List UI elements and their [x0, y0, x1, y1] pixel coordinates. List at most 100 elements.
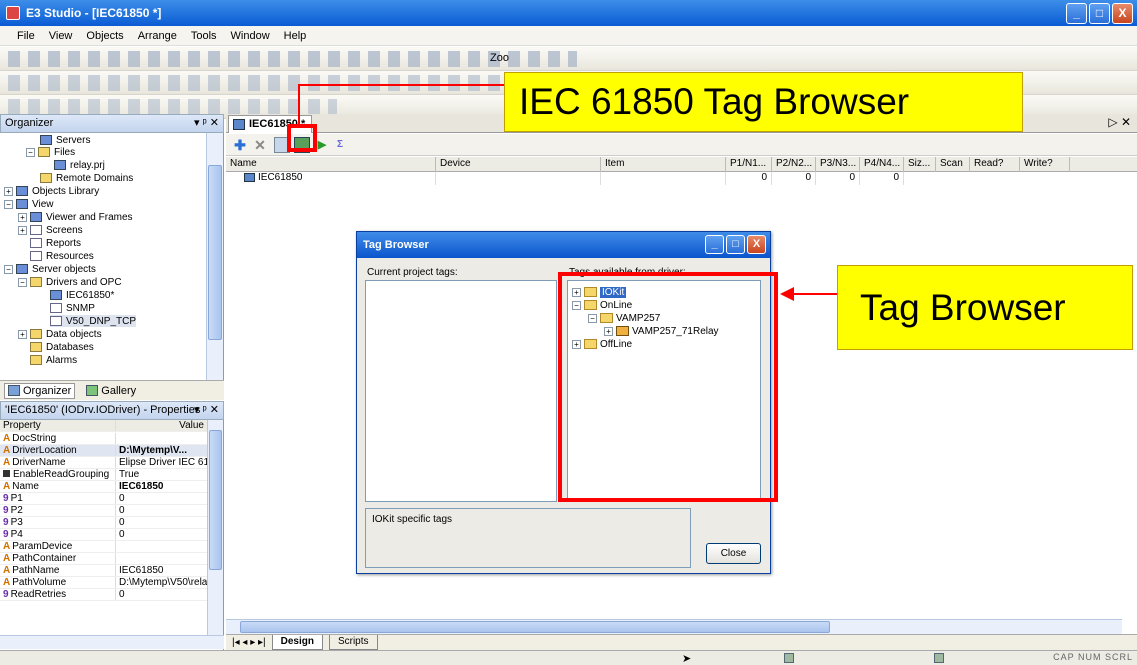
expand-icon[interactable]: + [18, 329, 27, 339]
menu-file[interactable]: File [10, 30, 42, 42]
organizer-scrollbar[interactable] [206, 133, 223, 380]
property-value[interactable]: Elipse Driver IEC 618... [115, 457, 207, 468]
column-scan[interactable]: Scan [936, 157, 970, 172]
property-row[interactable]: 9 P4 0 [0, 529, 207, 541]
sigma-icon[interactable]: Σ [332, 137, 348, 153]
close-button[interactable]: X [1112, 3, 1133, 24]
column-read[interactable]: Read? [970, 157, 1020, 172]
column-p4[interactable]: P4/N4... [860, 157, 904, 172]
property-row[interactable]: A PathVolume D:\Mytemp\V50\rela... [0, 577, 207, 589]
menu-help[interactable]: Help [277, 30, 314, 42]
property-row[interactable]: A ParamDevice [0, 541, 207, 553]
properties-hscrollbar[interactable] [0, 635, 224, 649]
tree-item-screens[interactable]: + Screens [18, 224, 83, 236]
expand-icon[interactable]: + [18, 212, 27, 222]
close-document-icon[interactable]: ▷ ✕ [1108, 115, 1131, 129]
collapse-icon[interactable]: − [18, 277, 27, 287]
tab-design[interactable]: Design [271, 635, 323, 650]
column-write[interactable]: Write? [1020, 157, 1070, 172]
minimize-button[interactable]: _ [1066, 3, 1087, 24]
document-hscrollbar[interactable] [226, 619, 1122, 634]
dialog-minimize-button[interactable]: _ [705, 235, 724, 254]
property-value[interactable] [115, 553, 207, 564]
current-tags-list[interactable] [365, 280, 557, 502]
tree-item-resources[interactable]: Resources [30, 250, 94, 262]
tree-item-snmp[interactable]: SNMP [50, 302, 95, 314]
property-row[interactable]: 9 P1 0 [0, 493, 207, 505]
property-value[interactable]: 0 [115, 529, 207, 540]
property-row[interactable]: A DocString [0, 433, 207, 445]
tree-item-databases[interactable]: Databases [30, 341, 94, 353]
property-value[interactable]: 0 [115, 517, 207, 528]
delete-icon[interactable]: ✕ [252, 137, 268, 153]
add-icon[interactable]: ✚ [232, 137, 248, 153]
dialog-maximize-button[interactable]: □ [726, 235, 745, 254]
property-row[interactable]: 9 ReadRetries 0 [0, 589, 207, 601]
property-value[interactable] [115, 541, 207, 552]
tree-item-server-objects[interactable]: − Server objects [4, 263, 96, 275]
column-p1[interactable]: P1/N1... [726, 157, 772, 172]
property-row[interactable]: EnableReadGrouping True [0, 469, 207, 481]
dialog-titlebar[interactable]: Tag Browser _ □ X [357, 232, 770, 258]
column-size[interactable]: Siz... [904, 157, 936, 172]
property-value[interactable]: True [115, 469, 207, 480]
collapse-icon[interactable]: − [4, 199, 13, 209]
tree-item-files[interactable]: − Files [26, 146, 75, 158]
properties-pin-close[interactable]: ▾ ᵖ ✕ [194, 402, 219, 419]
value-col-header[interactable]: Value [115, 420, 207, 431]
column-device[interactable]: Device [436, 157, 601, 172]
tree-item-iec61850[interactable]: IEC61850* [50, 289, 114, 301]
properties-scroll-thumb[interactable] [209, 430, 222, 570]
tree-item-viewer-frames[interactable]: + Viewer and Frames [18, 211, 133, 223]
tab-scripts[interactable]: Scripts [328, 635, 378, 650]
column-item[interactable]: Item [601, 157, 726, 172]
properties-scrollbar[interactable] [207, 420, 223, 635]
property-value[interactable]: IEC61850 [115, 481, 207, 492]
property-value[interactable]: IEC61850 [115, 565, 207, 576]
property-row[interactable]: 9 P3 0 [0, 517, 207, 529]
tab-organizer[interactable]: Organizer [4, 382, 76, 399]
app-titlebar[interactable]: E3 Studio - [IEC61850 *] _ □ X [0, 0, 1137, 26]
property-row[interactable]: A DriverLocation D:\Mytemp\V... [0, 445, 207, 457]
document-scroll-thumb[interactable] [240, 621, 830, 633]
menu-view[interactable]: View [42, 30, 80, 42]
organizer-pin-close[interactable]: ▾ ᵖ ✕ [194, 115, 219, 132]
menu-arrange[interactable]: Arrange [131, 30, 184, 42]
control-tool-icons[interactable] [8, 75, 517, 91]
tree-item-v50-dnp-tcp[interactable]: V50_DNP_TCP [50, 315, 137, 327]
format-tool-icons[interactable] [8, 99, 337, 115]
tree-item-data-objects[interactable]: + Data objects [18, 328, 102, 340]
menu-objects[interactable]: Objects [79, 30, 130, 42]
property-row[interactable]: A PathName IEC61850 [0, 565, 207, 577]
sheet-nav-icon[interactable]: |◂ ◂ ▸ ▸| [232, 637, 266, 648]
tree-item-drivers-opc[interactable]: − Drivers and OPC [18, 276, 122, 288]
tree-item-objects-library[interactable]: + Objects Library [4, 185, 99, 197]
property-col-header[interactable]: Property [0, 420, 115, 431]
tree-item-view[interactable]: − View [4, 198, 54, 210]
collapse-icon[interactable]: − [4, 264, 13, 274]
property-row[interactable]: ADriverName Elipse Driver IEC 618... [0, 457, 207, 469]
dialog-close-action-button[interactable]: Close [706, 543, 761, 564]
property-value[interactable]: D:\Mytemp\V... [115, 445, 207, 456]
column-p2[interactable]: P2/N2... [772, 157, 816, 172]
property-value[interactable]: 0 [115, 589, 207, 600]
expand-icon[interactable]: + [18, 225, 27, 235]
column-p3[interactable]: P3/N3... [816, 157, 860, 172]
property-value[interactable]: D:\Mytemp\V50\rela... [115, 577, 207, 588]
menu-tools[interactable]: Tools [184, 30, 224, 42]
property-row[interactable]: 9 P2 0 [0, 505, 207, 517]
tree-item-remote-domains[interactable]: Remote Domains [40, 172, 133, 184]
tree-item-reports[interactable]: Reports [30, 237, 81, 249]
property-value[interactable] [115, 433, 207, 444]
maximize-button[interactable]: □ [1089, 3, 1110, 24]
organizer-scroll-thumb[interactable] [208, 165, 222, 340]
menu-window[interactable]: Window [224, 30, 277, 42]
collapse-icon[interactable]: − [26, 147, 35, 157]
table-row[interactable]: IEC61850 0 0 0 0 [226, 172, 1137, 185]
tab-gallery[interactable]: Gallery [83, 384, 139, 398]
tree-item-alarms[interactable]: Alarms [30, 354, 77, 366]
dialog-close-button[interactable]: X [747, 235, 766, 254]
column-name[interactable]: Name [226, 157, 436, 172]
property-row[interactable]: A PathContainer [0, 553, 207, 565]
expand-icon[interactable]: + [4, 186, 13, 196]
